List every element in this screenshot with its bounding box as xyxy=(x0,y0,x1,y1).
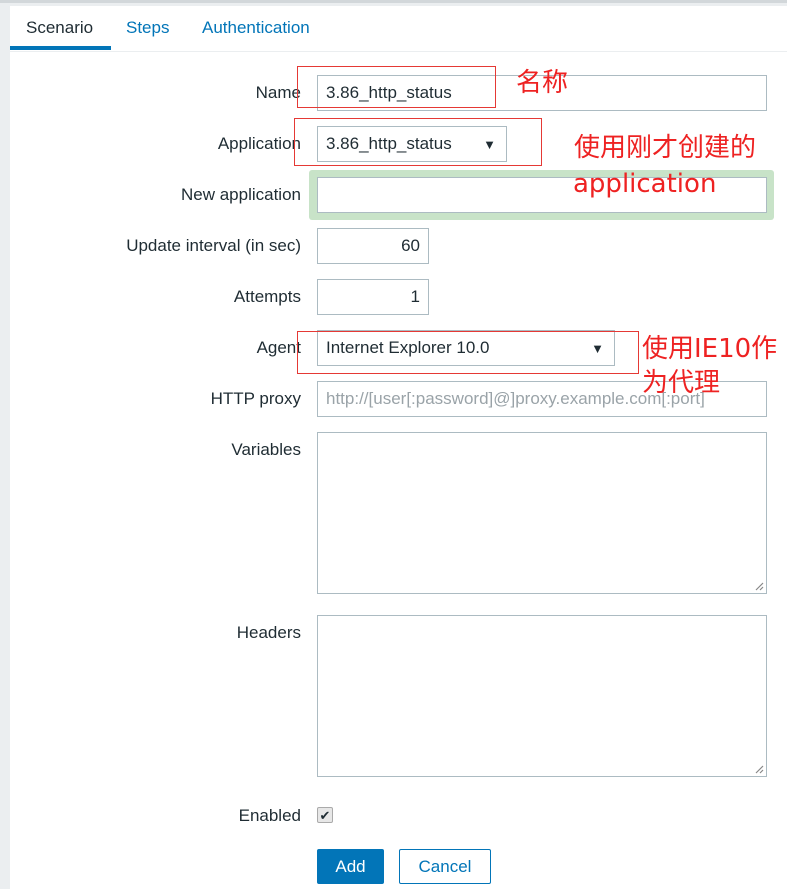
new-application-label: New application xyxy=(180,185,301,204)
top-border xyxy=(0,0,787,3)
annotation-box-name xyxy=(297,66,496,108)
tab-steps[interactable]: Steps xyxy=(126,18,169,38)
annotation-agent-note-1: 使用IE10作 xyxy=(642,334,778,364)
update-interval-input[interactable]: 60 xyxy=(317,228,429,264)
variables-label: Variables xyxy=(231,440,301,459)
enabled-checkbox[interactable]: ✔ xyxy=(317,807,333,823)
application-label: Application xyxy=(217,134,301,153)
attempts-input[interactable]: 1 xyxy=(317,279,429,315)
headers-textarea[interactable] xyxy=(317,615,767,777)
web-scenario-panel: Scenario Steps Authentication Name 3.86_… xyxy=(10,6,787,889)
variables-textarea[interactable] xyxy=(317,432,767,594)
annotation-name-note: 名称 xyxy=(516,68,569,98)
agent-label: Agent xyxy=(256,338,301,357)
attempts-value: 1 xyxy=(410,287,420,306)
enabled-label: Enabled xyxy=(238,806,301,825)
tab-scenario[interactable]: Scenario xyxy=(26,18,93,38)
active-tab-indicator xyxy=(10,46,111,50)
annotation-agent-note-2: 为代理 xyxy=(642,368,721,398)
checkmark-icon: ✔ xyxy=(319,808,331,823)
http-proxy-label: HTTP proxy xyxy=(210,389,301,408)
tab-bar: Scenario Steps Authentication xyxy=(10,6,787,52)
add-button[interactable]: Add xyxy=(317,849,384,884)
update-interval-value: 60 xyxy=(401,236,420,255)
resize-grip-icon[interactable] xyxy=(754,764,764,774)
resize-grip-icon[interactable] xyxy=(754,581,764,591)
annotation-application-note-2: application xyxy=(573,169,717,199)
update-interval-label: Update interval (in sec) xyxy=(126,236,301,255)
annotation-box-agent xyxy=(297,331,639,374)
cancel-button[interactable]: Cancel xyxy=(399,849,491,884)
annotation-box-application xyxy=(294,118,542,166)
name-label: Name xyxy=(255,83,301,102)
attempts-label: Attempts xyxy=(233,287,301,306)
headers-label: Headers xyxy=(236,623,301,642)
tab-authentication[interactable]: Authentication xyxy=(202,18,310,38)
annotation-application-note-1: 使用刚才创建的 xyxy=(574,133,757,163)
